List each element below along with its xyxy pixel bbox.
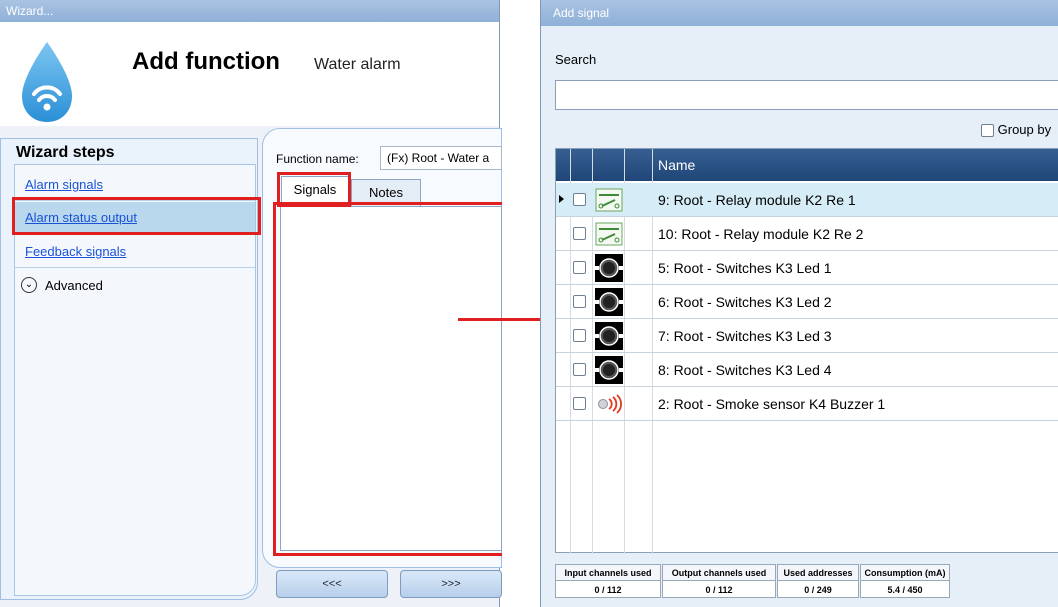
- group-by-option[interactable]: Group by: [981, 122, 1052, 138]
- next-button[interactable]: >>>: [400, 570, 502, 598]
- stat-value: 0 / 112: [594, 585, 622, 595]
- group-by-checkbox[interactable]: [981, 124, 994, 138]
- add-signal-titlebar: Add signal: [541, 0, 1058, 26]
- highlight-box-step: [12, 197, 261, 235]
- row-checkbox[interactable]: [573, 193, 586, 206]
- table-row[interactable]: 7: Root - Switches K3 Led 3: [556, 319, 1058, 353]
- signal-name: 7: Root - Switches K3 Led 3: [658, 328, 832, 344]
- table-row[interactable]: 10: Root - Relay module K2 Re 2: [556, 217, 1058, 251]
- stat-value: 0 / 112: [705, 585, 733, 595]
- add-signal-window: Add signal Search Group by Name 9: Root …: [540, 0, 1058, 607]
- stat-label: Input channels used: [556, 565, 660, 581]
- stat-input-channels: Input channels used 0 / 112: [555, 564, 661, 598]
- table-row[interactable]: 9: Root - Relay module K2 Re 1: [556, 183, 1058, 217]
- table-row[interactable]: 5: Root - Switches K3 Led 1: [556, 251, 1058, 285]
- relay-icon: [595, 222, 623, 246]
- buzzer-icon: [598, 394, 622, 414]
- row-checkbox[interactable]: [573, 397, 586, 410]
- function-name-input[interactable]: (Fx) Root - Water a: [380, 146, 502, 170]
- water-drop-icon: [22, 42, 72, 122]
- table-row[interactable]: 6: Root - Switches K3 Led 2: [556, 285, 1058, 319]
- wizard-header: Add function Water alarm: [0, 22, 499, 126]
- signal-name: 2: Root - Smoke sensor K4 Buzzer 1: [658, 396, 886, 412]
- stat-consumption: Consumption (mA) 5.4 / 450: [860, 564, 950, 598]
- advanced-expander[interactable]: ⌄ Advanced: [15, 269, 255, 301]
- stat-output-channels: Output channels used 0 / 112: [662, 564, 776, 598]
- wizard-title: Add function: [132, 48, 280, 75]
- wizard-titlebar: Wizard...: [0, 0, 499, 22]
- highlight-box-content: [273, 202, 502, 556]
- row-checkbox[interactable]: [573, 329, 586, 342]
- signal-name: 8: Root - Switches K3 Led 4: [658, 362, 832, 378]
- search-label: Search: [555, 52, 597, 67]
- search-input[interactable]: [555, 80, 1058, 110]
- table-row[interactable]: 8: Root - Switches K3 Led 4: [556, 353, 1058, 387]
- group-by-label: Group by: [997, 122, 1052, 137]
- signal-name: 5: Root - Switches K3 Led 1: [658, 260, 832, 276]
- stat-value: 0 / 249: [804, 585, 832, 595]
- chevron-down-icon[interactable]: ⌄: [21, 277, 37, 293]
- grid-header: Name: [556, 149, 1058, 181]
- row-pointer-icon: [559, 195, 564, 203]
- row-checkbox[interactable]: [573, 261, 586, 274]
- relay-icon: [595, 188, 623, 212]
- step-link-feedback-signals[interactable]: Feedback signals: [25, 244, 126, 259]
- switch-led-icon: [595, 254, 623, 282]
- stat-label: Consumption (mA): [861, 565, 949, 581]
- signal-grid: Name 9: Root - Relay module K2 Re 1 10: …: [555, 148, 1058, 554]
- previous-button[interactable]: <<<: [276, 570, 388, 598]
- step-link-alarm-signals[interactable]: Alarm signals: [25, 177, 103, 192]
- signal-name: 9: Root - Relay module K2 Re 1: [658, 192, 856, 208]
- switch-led-icon: [595, 322, 623, 350]
- switch-led-icon: [595, 356, 623, 384]
- wizard-subtitle: Water alarm: [314, 56, 401, 73]
- stat-label: Output channels used: [663, 565, 775, 581]
- switch-led-icon: [595, 288, 623, 316]
- screenshot-root: Wizard... Add function Water alarm Wizar…: [0, 0, 1058, 607]
- stat-label: Used addresses: [778, 565, 858, 581]
- stat-used-addresses: Used addresses 0 / 249: [777, 564, 859, 598]
- advanced-label: Advanced: [45, 278, 103, 293]
- function-name-label: Function name:: [276, 152, 359, 166]
- row-checkbox[interactable]: [573, 363, 586, 376]
- step-feedback-signals[interactable]: Feedback signals: [15, 236, 255, 268]
- signal-name: 6: Root - Switches K3 Led 2: [658, 294, 832, 310]
- wizard-steps-heading: Wizard steps: [16, 144, 115, 161]
- table-row[interactable]: 2: Root - Smoke sensor K4 Buzzer 1: [556, 387, 1058, 421]
- signal-name: 10: Root - Relay module K2 Re 2: [658, 226, 864, 242]
- row-checkbox[interactable]: [573, 295, 586, 308]
- row-checkbox[interactable]: [573, 227, 586, 240]
- stat-value: 5.4 / 450: [887, 585, 923, 595]
- column-header-name[interactable]: Name: [658, 157, 695, 173]
